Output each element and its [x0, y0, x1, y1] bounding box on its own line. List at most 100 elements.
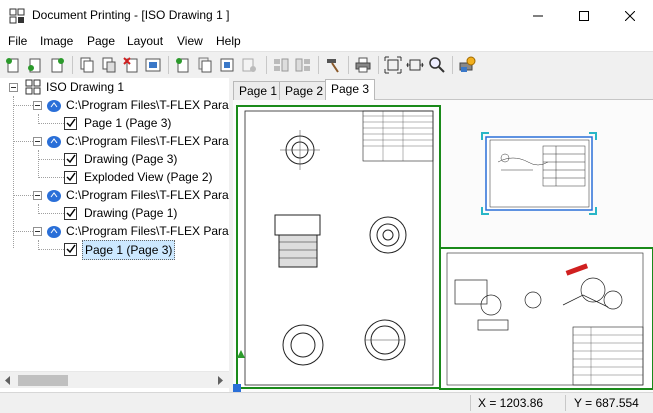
toolbar-separator [318, 56, 319, 74]
page-properties-icon[interactable] [144, 56, 162, 74]
maximize-button[interactable] [561, 0, 607, 31]
app-icon [9, 8, 25, 24]
tree-page-node[interactable]: Drawing (Page 3) [0, 150, 229, 168]
tree-file-node[interactable]: C:\Program Files\T-FLEX Parar [0, 222, 230, 240]
tree-page-label: Drawing (Page 1) [84, 206, 178, 220]
copy-page-icon[interactable] [78, 56, 96, 74]
scroll-left-icon[interactable] [4, 376, 12, 385]
status-divider [565, 395, 566, 411]
new-document-icon[interactable] [4, 56, 22, 74]
disabled-sheet-icon[interactable] [240, 56, 258, 74]
tree-root[interactable]: ISO Drawing 1 [0, 78, 229, 96]
toolbar-separator [266, 56, 267, 74]
scrollbar-thumb[interactable] [18, 375, 68, 386]
document-icon [25, 79, 41, 95]
checkbox-checked-icon[interactable] [64, 115, 78, 131]
tree-horizontal-scrollbar[interactable] [0, 371, 229, 388]
collapse-toggle[interactable] [33, 137, 42, 146]
hammer-icon[interactable] [324, 56, 342, 74]
tree-line [38, 159, 64, 160]
menu-image[interactable]: Image [40, 34, 73, 48]
checkbox-checked-icon[interactable] [64, 205, 78, 221]
fit-width-icon[interactable] [406, 56, 424, 74]
collapse-toggle[interactable] [9, 83, 18, 92]
tree-line [13, 141, 33, 142]
file-link-icon [47, 190, 61, 202]
menu-view[interactable]: View [177, 34, 203, 48]
tree-root-label: ISO Drawing 1 [46, 80, 125, 94]
duplicate-sheet-icon[interactable] [196, 56, 214, 74]
tree-line [38, 177, 64, 178]
tree-page-label: Page 1 (Page 3) [84, 116, 172, 130]
file-link-icon [47, 226, 61, 238]
tree-file-node[interactable]: C:\Program Files\T-FLEX Parar [0, 186, 229, 204]
insert-page-icon[interactable] [48, 56, 66, 74]
menu-layout[interactable]: Layout [127, 34, 163, 48]
drawing-sheet-selected[interactable] [481, 132, 597, 215]
toolbar [0, 51, 653, 78]
print-icon[interactable] [354, 56, 372, 74]
status-x-coordinate: X = 1203.86 [478, 396, 544, 410]
toolbar-separator [452, 56, 453, 74]
tree-page-node[interactable]: Exploded View (Page 2) [0, 168, 229, 186]
add-page-icon[interactable] [26, 56, 44, 74]
tree-page-label: Page 1 (Page 3) [82, 240, 176, 260]
menu-file[interactable]: File [8, 34, 27, 48]
tab-page-1[interactable]: Page 1 [233, 81, 284, 100]
status-bar: X = 1203.86 Y = 687.554 [0, 392, 653, 413]
tree-file-node[interactable]: C:\Program Files\T-FLEX Parar [0, 96, 230, 114]
tree-page-label: Drawing (Page 3) [84, 152, 178, 166]
sheet-origin-marker [233, 384, 241, 392]
sheet-layout [233, 100, 653, 392]
tree-file-label: C:\Program Files\T-FLEX Parar [66, 98, 230, 112]
menu-help[interactable]: Help [216, 34, 241, 48]
tab-page-2[interactable]: Page 2 [279, 81, 330, 100]
close-icon [625, 10, 635, 21]
fit-page-icon[interactable] [384, 56, 402, 74]
delete-page-icon[interactable] [122, 56, 140, 74]
checkbox-checked-icon[interactable] [64, 241, 78, 257]
tree-page-label: Exploded View (Page 2) [84, 170, 213, 184]
status-y-coordinate: Y = 687.554 [574, 396, 639, 410]
tree-line [13, 231, 33, 232]
sheet-settings-icon[interactable] [218, 56, 236, 74]
scroll-right-icon[interactable] [216, 376, 224, 385]
page-tabs: Page 1 Page 2 Page 3 [233, 78, 653, 101]
minimize-icon [533, 15, 543, 16]
checkbox-checked-icon[interactable] [64, 151, 78, 167]
tree-page-node-selected[interactable]: Page 1 (Page 3) [0, 240, 229, 260]
tab-page-3[interactable]: Page 3 [325, 79, 376, 101]
tree-file-label: C:\Program Files\T-FLEX Parar [66, 224, 230, 238]
collapse-toggle[interactable] [33, 227, 42, 236]
window-title: Document Printing - [ISO Drawing 1 ] [32, 8, 230, 22]
tree-page-node[interactable]: Page 1 (Page 3) [0, 114, 229, 132]
checkbox-checked-icon[interactable] [64, 169, 78, 185]
toolbar-separator [72, 56, 73, 74]
tree-line [38, 213, 64, 214]
printer-settings-icon[interactable] [458, 56, 476, 74]
minimize-button[interactable] [515, 0, 561, 31]
new-sheet-icon[interactable] [174, 56, 192, 74]
menu-page[interactable]: Page [87, 34, 115, 48]
tree-file-label: C:\Program Files\T-FLEX Parar [66, 134, 230, 148]
status-divider [470, 395, 471, 411]
arrange-left-icon[interactable] [272, 56, 290, 74]
collapse-toggle[interactable] [33, 101, 42, 110]
paste-page-icon[interactable] [100, 56, 118, 74]
maximize-icon [579, 10, 589, 21]
toolbar-separator [378, 56, 379, 74]
toolbar-separator [168, 56, 169, 74]
arrange-right-icon[interactable] [294, 56, 312, 74]
print-preview-canvas[interactable] [233, 100, 653, 392]
collapse-toggle[interactable] [33, 191, 42, 200]
drawing-sheet-bottom-right[interactable] [439, 247, 653, 390]
zoom-icon[interactable] [428, 56, 446, 74]
drawing-sheet-left[interactable] [233, 105, 441, 392]
tree-line [13, 105, 33, 106]
document-tree[interactable]: ISO Drawing 1 C:\Program Files\T-FLEX Pa… [0, 78, 230, 392]
tree-line [38, 249, 64, 250]
tree-page-node[interactable]: Drawing (Page 1) [0, 204, 229, 222]
toolbar-separator [348, 56, 349, 74]
close-button[interactable] [607, 0, 653, 31]
tree-file-node[interactable]: C:\Program Files\T-FLEX Parar [0, 132, 230, 150]
